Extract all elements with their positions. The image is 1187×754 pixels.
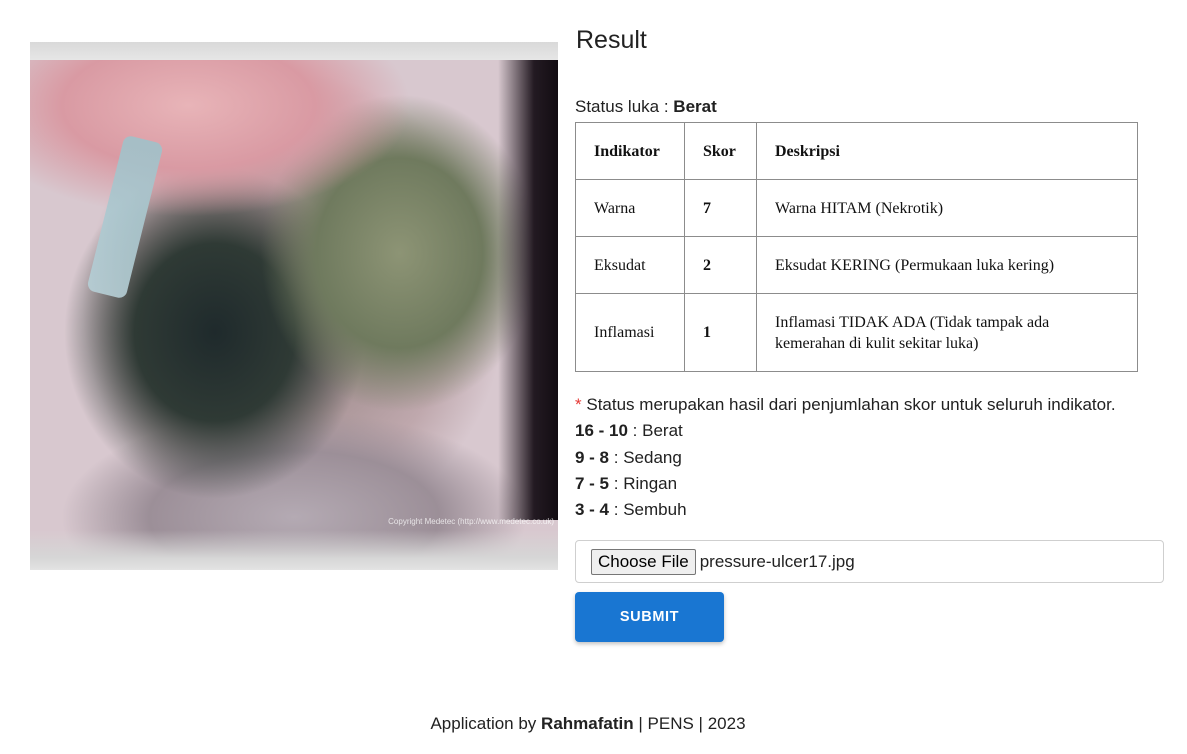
status-value: Berat <box>673 97 717 116</box>
choose-file-button[interactable]: Choose File <box>591 548 696 575</box>
footer-year: 2023 <box>707 714 746 733</box>
footer-separator: | <box>638 714 643 733</box>
range-label: : Berat <box>632 421 683 441</box>
range-label: : Sedang <box>613 447 682 467</box>
image-watermark: Copyright Medetec (http://www.medetec.co… <box>388 517 554 526</box>
range-value: 9 - 8 <box>575 447 610 467</box>
submit-button[interactable]: SUBMIT <box>575 592 724 642</box>
cell-skor: 2 <box>684 236 757 294</box>
cell-deskripsi: Eksudat KERING (Permukaan luka kering) <box>756 236 1138 294</box>
image-top-band <box>30 42 558 60</box>
result-title: Result <box>576 26 647 54</box>
notes-text: Status merupakan hasil dari penjumlahan … <box>586 395 1116 414</box>
range-item: 9 - 8 : Sedang <box>575 445 1116 471</box>
range-label: : Ringan <box>613 473 678 493</box>
cell-indikator: Inflamasi <box>575 293 685 372</box>
wound-status: Status luka : Berat <box>575 97 717 117</box>
range-item: 3 - 4 : Sembuh <box>575 497 1116 523</box>
cell-indikator: Eksudat <box>575 236 685 294</box>
result-table: Indikator Skor Deskripsi Warna 7 Warna H… <box>575 122 1138 372</box>
notes-explanation: * Status merupakan hasil dari penjumlaha… <box>575 392 1116 418</box>
footer-org: PENS <box>647 714 694 733</box>
cell-skor: 1 <box>684 293 757 372</box>
footer-separator: | <box>698 714 703 733</box>
header-deskripsi: Deskripsi <box>756 122 1138 180</box>
table-row: Eksudat 2 Eksudat KERING (Permukaan luka… <box>575 236 1138 294</box>
table-header-row: Indikator Skor Deskripsi <box>575 122 1138 180</box>
wound-image: Copyright Medetec (http://www.medetec.co… <box>30 42 558 570</box>
file-name: pressure-ulcer17.jpg <box>699 551 855 571</box>
cell-deskripsi: Warna HITAM (Nekrotik) <box>756 179 1138 237</box>
range-label: : Sembuh <box>613 500 687 520</box>
footer-author: Rahmafatin <box>541 714 634 733</box>
table-row: Warna 7 Warna HITAM (Nekrotik) <box>575 179 1138 237</box>
cell-indikator: Warna <box>575 179 685 237</box>
range-value: 3 - 4 <box>575 500 610 520</box>
status-label: Status luka : <box>575 97 669 116</box>
footer-prefix: Application by <box>430 714 537 733</box>
image-bottom-band <box>30 530 558 570</box>
footer: Application by Rahmafatin | PENS | 2023 <box>0 714 1176 734</box>
range-value: 7 - 5 <box>575 473 610 493</box>
file-input[interactable]: Choose File pressure-ulcer17.jpg <box>575 540 1164 583</box>
range-item: 7 - 5 : Ringan <box>575 471 1116 497</box>
range-item: 16 - 10 : Berat <box>575 418 1116 444</box>
cell-skor: 7 <box>684 179 757 237</box>
range-value: 16 - 10 <box>575 421 628 441</box>
table-row: Inflamasi 1 Inflamasi TIDAK ADA (Tidak t… <box>575 293 1138 372</box>
cell-deskripsi: Inflamasi TIDAK ADA (Tidak tampak ada ke… <box>756 293 1138 372</box>
header-skor: Skor <box>684 122 757 180</box>
asterisk-icon: * <box>575 395 582 414</box>
status-notes: * Status merupakan hasil dari penjumlaha… <box>575 392 1116 523</box>
header-indikator: Indikator <box>575 122 685 180</box>
image-highlight <box>86 134 164 300</box>
image-shadow <box>498 60 558 520</box>
